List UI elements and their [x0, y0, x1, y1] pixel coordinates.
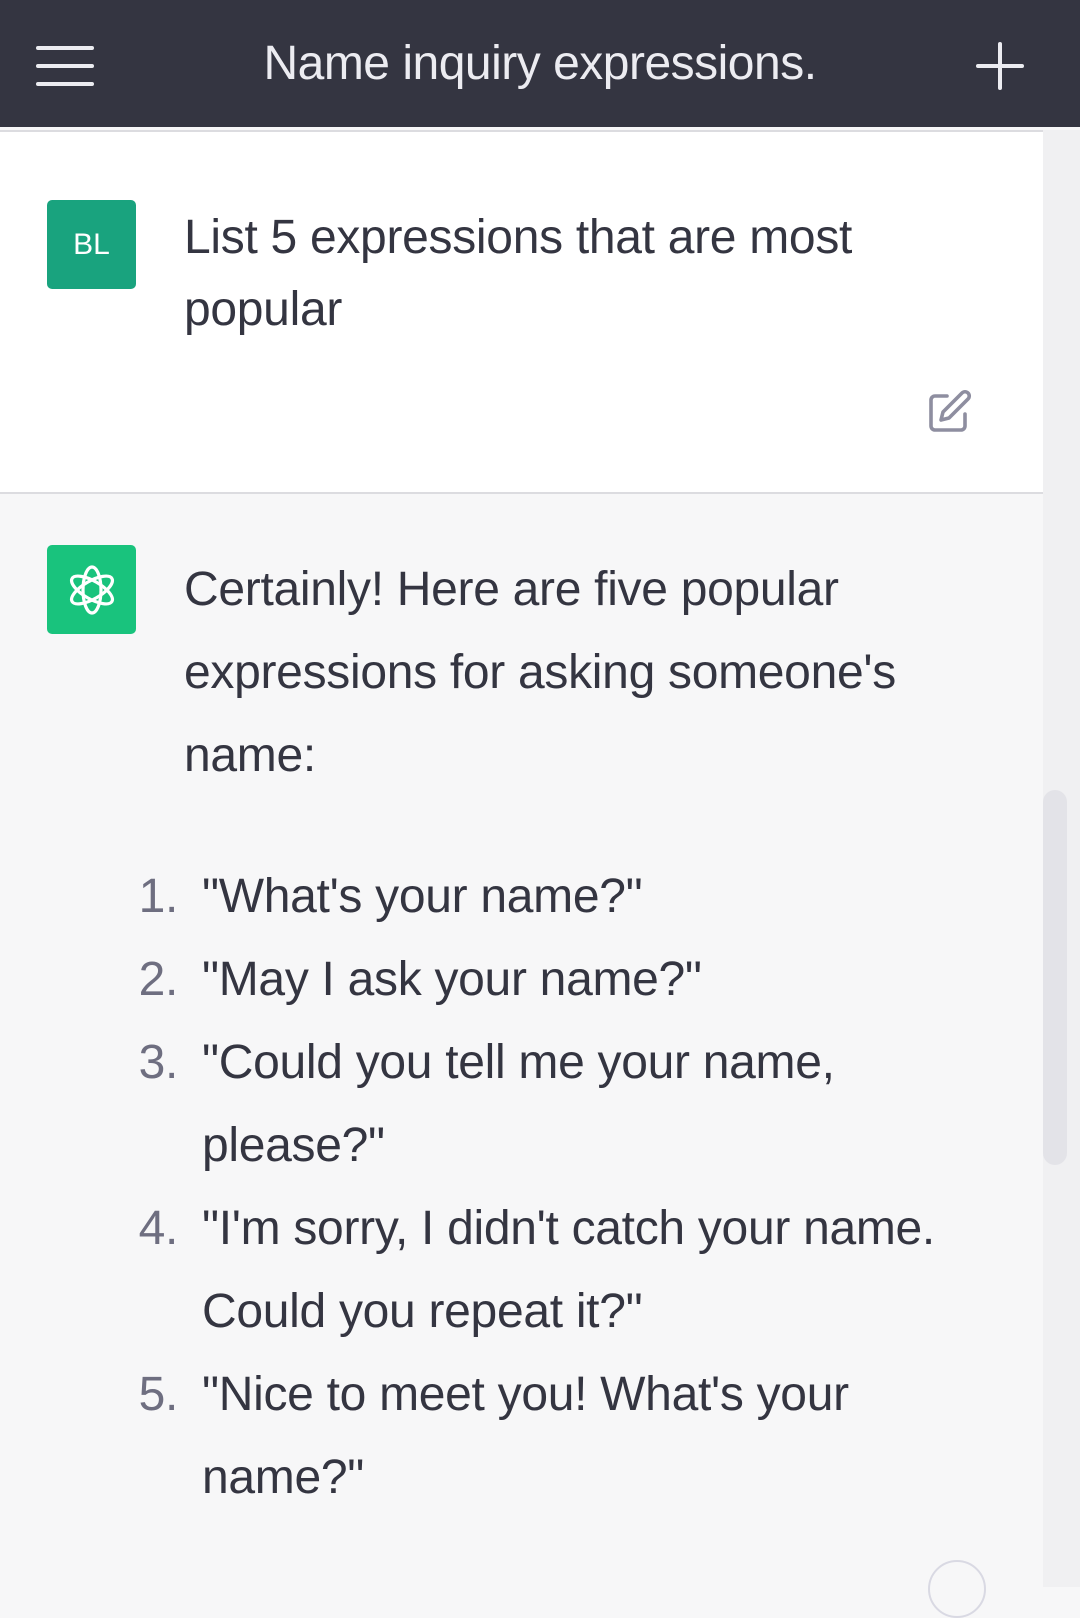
scrollbar-track[interactable] — [1043, 130, 1080, 1587]
assistant-intro-text: Certainly! Here are five popular express… — [184, 563, 896, 782]
list-number: 3. — [138, 1036, 179, 1089]
scroll-to-bottom-button[interactable] — [928, 1560, 986, 1618]
list-number: 1. — [138, 870, 179, 923]
list-item: 1. "What's your name?" — [0, 855, 962, 938]
hamburger-menu-icon[interactable] — [36, 44, 94, 88]
user-avatar: BL — [47, 200, 136, 289]
new-chat-plus-icon[interactable] — [974, 40, 1026, 92]
list-item-text: "May I ask your name?" — [202, 953, 702, 1006]
openai-logo-icon — [69, 564, 114, 615]
list-item-text: "I'm sorry, I didn't catch your name. Co… — [202, 1202, 935, 1338]
list-item: 3. "Could you tell me your name, please?… — [0, 1021, 962, 1187]
top-bar: Name inquiry expressions. — [0, 0, 1080, 127]
list-item: 5. "Nice to meet you! What's your name?" — [0, 1353, 962, 1519]
list-number: 4. — [138, 1202, 179, 1255]
assistant-avatar — [47, 545, 136, 634]
conversation-title: Name inquiry expressions. — [263, 37, 817, 90]
user-message-text: List 5 expressions that are most popular — [184, 211, 853, 336]
user-message: BL List 5 expressions that are most popu… — [0, 130, 1043, 494]
list-number: 2. — [138, 953, 179, 1006]
list-number: 5. — [138, 1368, 179, 1421]
list-item-text: "Could you tell me your name, please?" — [202, 1036, 835, 1172]
expressions-list: 1. "What's your name?" 2. "May I ask you… — [0, 855, 1000, 1519]
edit-icon[interactable] — [925, 388, 973, 436]
scrollbar-thumb[interactable] — [1043, 790, 1067, 1165]
list-item: 2. "May I ask your name?" — [0, 938, 962, 1021]
list-item-text: "Nice to meet you! What's your name?" — [202, 1368, 849, 1504]
list-item-text: "What's your name?" — [202, 870, 643, 923]
list-item: 4. "I'm sorry, I didn't catch your name.… — [0, 1187, 962, 1353]
